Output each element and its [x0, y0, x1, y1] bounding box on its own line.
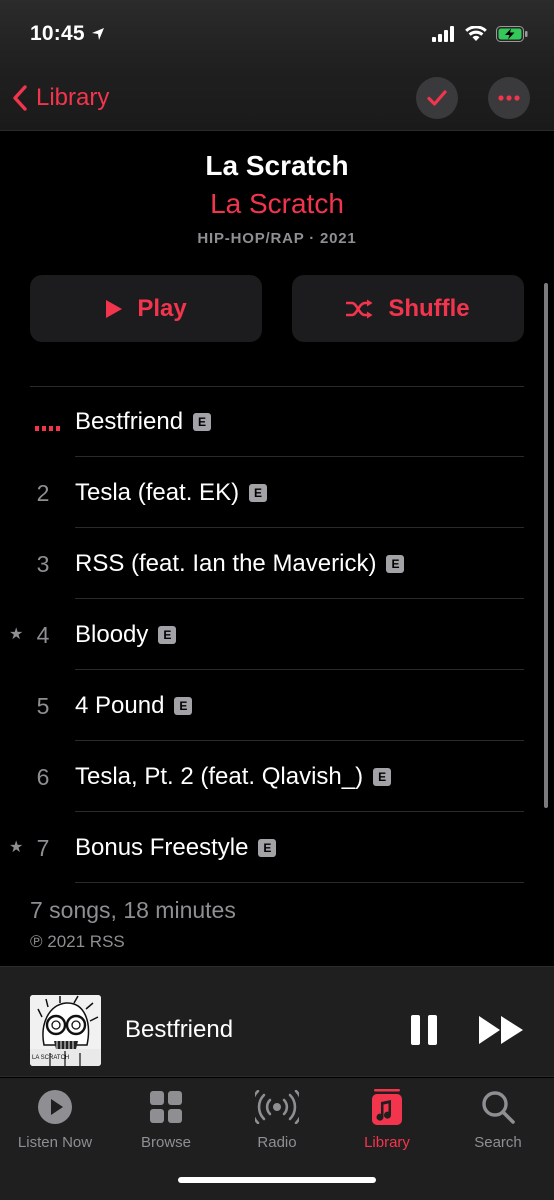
status-time: 10:45	[30, 22, 85, 45]
track-list: Bestfriend E 2 Tesla (feat. EK) E 3 RSS …	[0, 386, 554, 883]
search-icon	[482, 1091, 515, 1124]
add-to-library-button[interactable]	[416, 77, 458, 119]
grid-icon	[150, 1091, 182, 1123]
tab-radio[interactable]: Radio	[222, 1088, 332, 1151]
track-number: 7	[36, 835, 50, 861]
play-icon	[106, 299, 123, 318]
navigation-bar: Library	[0, 74, 554, 122]
shuffle-button[interactable]: Shuffle	[292, 275, 524, 342]
album-title: La Scratch	[205, 150, 349, 181]
location-arrow-icon	[91, 28, 104, 40]
album-artwork: LA SCRATCH	[30, 995, 101, 1066]
status-time-group: 10:45	[30, 22, 105, 46]
play-label: Play	[137, 294, 187, 322]
favorite-star-icon: ★	[9, 626, 24, 643]
shuffle-icon	[346, 299, 373, 318]
copyright: ℗ 2021 RSS	[30, 932, 125, 951]
explicit-badge: E	[249, 484, 268, 502]
album-meta: HIP-HOP/RAP · 2021	[197, 230, 357, 247]
tab-label: Browse	[140, 1134, 192, 1151]
tab-listen-now[interactable]: Listen Now	[0, 1088, 110, 1151]
track-number: 5	[36, 693, 50, 719]
favorite-star-icon: ★	[9, 839, 24, 856]
track-title-group: Tesla (feat. EK) E	[75, 479, 268, 507]
explicit-badge: E	[158, 626, 177, 644]
pause-icon	[428, 1015, 437, 1045]
track-number: 4	[36, 622, 50, 648]
track-title: Bloody	[75, 621, 149, 648]
skip-forward-button[interactable]	[478, 1015, 524, 1050]
mini-player[interactable]: LA SCRATCH Bestfriend	[0, 966, 554, 1077]
svg-text:LA SCRATCH: LA SCRATCH	[32, 1055, 69, 1061]
tab-search[interactable]: Search	[443, 1088, 553, 1151]
divider	[75, 882, 524, 883]
tab-label: Search	[474, 1134, 522, 1151]
track-row[interactable]: Bestfriend E	[0, 386, 554, 457]
track-number: 3	[36, 551, 50, 577]
tab-browse[interactable]: Browse	[111, 1088, 221, 1151]
now-playing-title: Bestfriend	[125, 1016, 234, 1043]
track-number: 2	[36, 480, 50, 506]
track-row[interactable]: 5 4 Pound E	[0, 670, 554, 741]
explicit-badge: E	[373, 768, 392, 786]
track-title-group: Bloody E	[75, 621, 177, 649]
track-title-group: Bonus Freestyle E	[75, 834, 277, 862]
fast-forward-icon	[479, 1016, 523, 1044]
tab-label: Listen Now	[17, 1134, 93, 1151]
play-button[interactable]: Play	[30, 275, 262, 342]
track-row[interactable]: ★ 7 Bonus Freestyle E	[0, 812, 554, 883]
explicit-badge: E	[174, 697, 193, 715]
explicit-badge: E	[193, 413, 212, 431]
now-playing-indicator-icon	[35, 426, 60, 431]
pause-icon	[411, 1015, 420, 1045]
track-title: 4 Pound	[75, 692, 165, 719]
album-summary: 7 songs, 18 minutes ℗ 2021 RSS	[30, 897, 236, 952]
tab-label: Library	[364, 1134, 410, 1151]
album-header: La Scratch La Scratch HIP-HOP/RAP · 2021	[0, 150, 554, 247]
track-title: RSS (feat. Ian the Maverick)	[75, 550, 377, 577]
track-title: Bestfriend	[75, 408, 184, 435]
explicit-badge: E	[258, 839, 277, 857]
music-library-icon	[372, 1089, 402, 1125]
playback-buttons: Play Shuffle	[30, 275, 524, 342]
back-button[interactable]: Library	[10, 84, 109, 112]
tab-label: Radio	[257, 1134, 297, 1151]
chevron-left-icon	[13, 85, 27, 111]
wifi-icon	[465, 26, 487, 41]
song-count: 7 songs, 18 minutes	[30, 897, 236, 923]
nav-actions	[416, 77, 530, 119]
top-bar: 10:45 Library	[0, 0, 554, 131]
track-row[interactable]: 3 RSS (feat. Ian the Maverick) E	[0, 528, 554, 599]
track-title-group: Tesla, Pt. 2 (feat. Qlavish_) E	[75, 763, 392, 791]
more-options-button[interactable]	[488, 77, 530, 119]
shuffle-label: Shuffle	[388, 294, 470, 322]
track-title: Tesla (feat. EK)	[75, 479, 240, 506]
play-circle-icon	[38, 1090, 72, 1124]
status-icons	[432, 26, 528, 42]
track-number: 6	[36, 764, 50, 790]
track-title-group: Bestfriend E	[75, 408, 212, 436]
explicit-badge: E	[386, 555, 405, 573]
radio-icon	[255, 1090, 299, 1124]
track-row[interactable]: 6 Tesla, Pt. 2 (feat. Qlavish_) E	[0, 741, 554, 812]
pause-button[interactable]	[411, 1015, 437, 1045]
checkmark-icon	[427, 90, 447, 106]
track-title: Tesla, Pt. 2 (feat. Qlavish_)	[75, 763, 364, 790]
status-bar: 10:45	[30, 18, 528, 50]
track-title-group: RSS (feat. Ian the Maverick) E	[75, 550, 405, 578]
home-indicator[interactable]	[178, 1177, 376, 1183]
battery-charging-icon	[496, 26, 528, 42]
scrollbar[interactable]	[544, 283, 548, 808]
track-title-group: 4 Pound E	[75, 692, 193, 720]
cellular-signal-icon	[432, 26, 454, 42]
album-artist[interactable]: La Scratch	[0, 188, 554, 220]
track-row[interactable]: ★ 4 Bloody E	[0, 599, 554, 670]
track-title: Bonus Freestyle	[75, 834, 249, 861]
back-label: Library	[36, 84, 110, 111]
ellipsis-icon	[498, 95, 520, 101]
tab-library[interactable]: Library	[332, 1088, 442, 1151]
track-row[interactable]: 2 Tesla (feat. EK) E	[0, 457, 554, 528]
